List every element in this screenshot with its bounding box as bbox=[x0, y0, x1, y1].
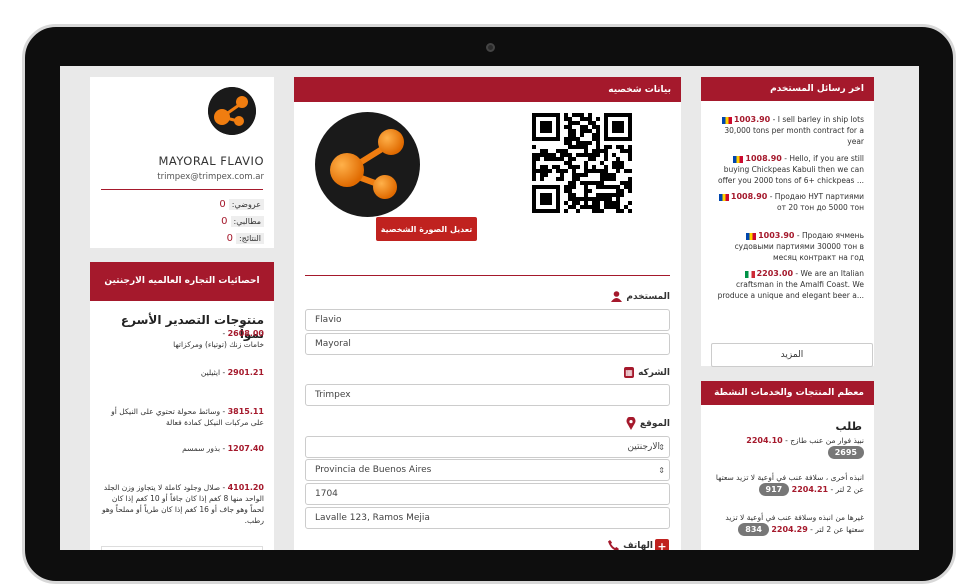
message-item[interactable]: 2203.00 - We are an Italian craftsman in… bbox=[711, 268, 864, 301]
phone-section-label: الهاتف bbox=[608, 540, 653, 550]
stat-label: عروضي: bbox=[228, 199, 264, 210]
stats-footer-box bbox=[101, 546, 263, 550]
message-code: 1008.90 bbox=[730, 192, 768, 201]
company-input[interactable]: Trimpex bbox=[305, 384, 670, 406]
product-count-badge: 917 bbox=[758, 483, 790, 496]
product-count-badge: 834 bbox=[738, 523, 769, 536]
divider bbox=[305, 275, 670, 276]
product-item[interactable]: نبيذ فوار من عنب طازج - 2204.10 2695 bbox=[711, 435, 864, 459]
stat-offers[interactable]: 0 عروضي: bbox=[219, 199, 264, 210]
country-select[interactable]: الارجنتين bbox=[305, 436, 670, 458]
message-code: 2203.00 bbox=[756, 269, 794, 278]
profile-photo-icon bbox=[315, 112, 420, 217]
active-products-header: معظم المنتجات والخدمات النشطة bbox=[701, 381, 874, 405]
product-code: 4101.20 bbox=[227, 483, 264, 492]
product-code: 2204.10 bbox=[746, 436, 783, 445]
user-icon bbox=[611, 291, 623, 302]
company-logo bbox=[208, 87, 256, 135]
personal-data-header: بيانات شخصيه bbox=[294, 77, 681, 102]
product-desc: خامات زنك (توتياء) ومركزاتها bbox=[173, 340, 264, 349]
profile-summary-card: MAYORAL FLAVIO trimpex@trimpex.com.ar 0 … bbox=[90, 77, 274, 248]
stat-label: مطالبي: bbox=[230, 216, 264, 227]
molecule-logo-icon bbox=[208, 87, 256, 135]
company-section-label: الشركه ▦ bbox=[624, 367, 670, 378]
add-phone-button[interactable]: + bbox=[655, 539, 669, 550]
qr-code-icon bbox=[532, 113, 632, 213]
address-input[interactable]: Lavalle 123, Ramos Mejia bbox=[305, 507, 670, 529]
message-code: 1003.90 bbox=[758, 231, 795, 240]
more-button[interactable]: المزيد bbox=[711, 343, 873, 367]
product-desc: نبيذ فوار من عنب طازج - bbox=[785, 436, 864, 445]
first-name-input[interactable]: Flavio bbox=[305, 309, 670, 331]
personal-data-panel: بيانات شخصيه تعديل الصورة الشخصية المستخ… bbox=[294, 77, 681, 550]
stat-product[interactable]: 2608.00 - خامات زنك (توتياء) ومركزاتها bbox=[98, 328, 264, 350]
location-label: الموقع bbox=[639, 418, 670, 429]
stat-count: 0 bbox=[221, 216, 228, 227]
camera-icon bbox=[486, 43, 495, 52]
profile-photo bbox=[315, 112, 420, 217]
user-section-label: المستخدم bbox=[611, 291, 670, 302]
moldova-flag-icon bbox=[746, 232, 757, 240]
product-desc: انبذه أخرى ، سلافة عنب في أوعية لا تزيد … bbox=[715, 473, 864, 494]
phone-icon bbox=[608, 540, 620, 550]
message-item[interactable]: 1008.90 - Продаю НУТ партиями от 20 тон … bbox=[711, 191, 864, 213]
stat-results[interactable]: 0 النتائج: bbox=[227, 233, 264, 244]
moldova-flag-icon bbox=[718, 193, 729, 201]
product-code: 2204.29 bbox=[771, 525, 808, 534]
location-section-label: الموقع bbox=[626, 417, 670, 430]
product-code: 2901.21 bbox=[227, 368, 264, 377]
message-code: 1008.90 bbox=[745, 154, 782, 163]
stat-product[interactable]: 3815.11 - وسائط محولة تحتوي على النيكل أ… bbox=[98, 406, 264, 428]
stat-label: النتائج: bbox=[235, 233, 264, 244]
user-label: المستخدم bbox=[626, 291, 670, 302]
edit-photo-button[interactable]: تعديل الصورة الشخصية bbox=[376, 217, 477, 241]
message-item[interactable]: 1003.90 - Продаю ячмень судовыми партиям… bbox=[711, 230, 864, 263]
stat-product[interactable]: 1207.40 - بذور سمسم bbox=[98, 443, 264, 454]
screen: MAYORAL FLAVIO trimpex@trimpex.com.ar 0 … bbox=[60, 66, 919, 550]
message-code: 1003.90 bbox=[733, 115, 771, 124]
user-name: MAYORAL FLAVIO bbox=[158, 154, 264, 168]
phone-label: الهاتف bbox=[623, 540, 653, 551]
company-label: الشركه bbox=[638, 367, 670, 378]
product-code: 1207.40 bbox=[227, 444, 264, 453]
location-pin-icon bbox=[626, 417, 636, 430]
product-code: 3815.11 bbox=[227, 407, 264, 416]
stat-requests[interactable]: 0 مطالبي: bbox=[221, 216, 264, 227]
divider bbox=[101, 189, 263, 190]
product-item[interactable]: غيرها من انبذه وسلافة عنب في أوعية لا تز… bbox=[711, 512, 864, 536]
province-select[interactable]: Provincia de Buenos Aires bbox=[305, 459, 670, 481]
user-email: trimpex@trimpex.com.ar bbox=[157, 172, 264, 182]
stat-product[interactable]: 4101.20 - صلال وجلود كاملة لا يتجاوز وزن… bbox=[98, 482, 264, 526]
products-title: طلب bbox=[835, 420, 863, 433]
moldova-flag-icon bbox=[721, 116, 732, 124]
product-item[interactable]: انبذه أخرى ، سلافة عنب في أوعية لا تزيد … bbox=[711, 472, 864, 496]
trade-stats-header: احصائيات التجاره العالميه الارجنتين bbox=[90, 262, 274, 301]
stat-count: 0 bbox=[219, 199, 226, 210]
product-desc: بذور سمسم bbox=[182, 444, 221, 453]
latest-messages-panel: اخر رسائل المستخدم 1003.90 - I sell barl… bbox=[701, 77, 874, 367]
italy-flag-icon bbox=[744, 270, 755, 278]
message-text: - Продаю НУТ партиями от 20 тон до 5000 … bbox=[769, 192, 864, 212]
product-code: 2204.21 bbox=[791, 485, 829, 494]
active-products-panel: معظم المنتجات والخدمات النشطة طلب نبيذ ف… bbox=[701, 381, 874, 550]
postal-code-input[interactable]: 1704 bbox=[305, 483, 670, 505]
trade-stats-panel: احصائيات التجاره العالميه الارجنتين منتو… bbox=[90, 262, 274, 550]
product-count-badge: 2695 bbox=[827, 446, 864, 459]
stat-count: 0 bbox=[226, 233, 233, 244]
product-code: 2608.00 bbox=[227, 329, 264, 338]
last-name-input[interactable]: Mayoral bbox=[305, 333, 670, 355]
stat-product[interactable]: 2901.21 - ايثيلين bbox=[98, 367, 264, 378]
message-item[interactable]: 1003.90 - I sell barley in ship lots 30,… bbox=[711, 114, 864, 147]
moldova-flag-icon bbox=[733, 155, 744, 163]
product-desc: ايثيلين bbox=[200, 368, 221, 377]
message-item[interactable]: 1008.90 - Hello, if you are still buying… bbox=[711, 153, 864, 186]
latest-messages-header: اخر رسائل المستخدم bbox=[701, 77, 874, 101]
building-icon: ▦ bbox=[624, 367, 635, 378]
